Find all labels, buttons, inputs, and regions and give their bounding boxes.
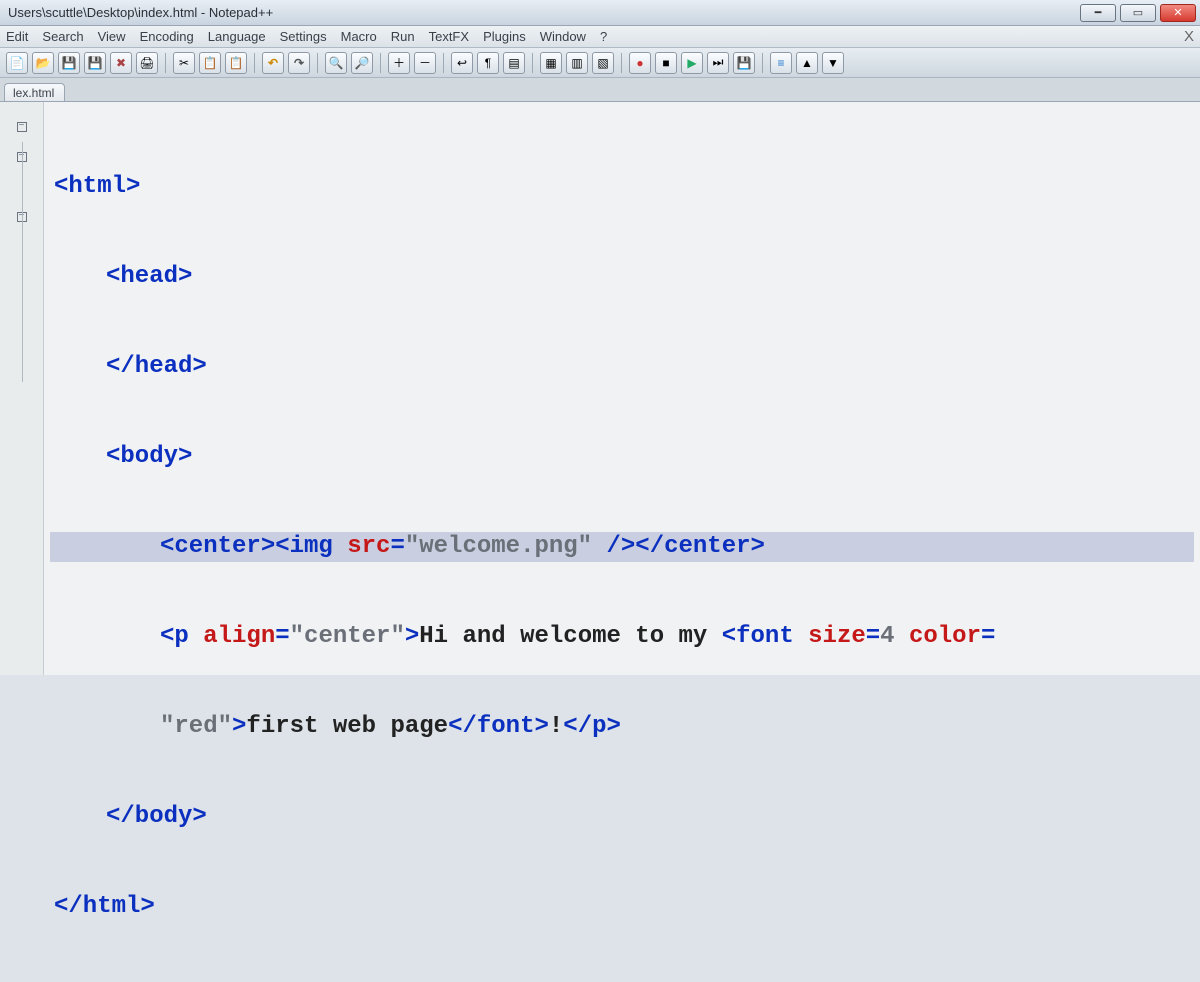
highlighted-line: <center><img src="welcome.png" /></cente…	[50, 532, 1194, 562]
toolbar-button[interactable]: ▲	[796, 52, 818, 74]
menu-encoding[interactable]: Encoding	[140, 29, 194, 44]
code-token: "red"	[160, 712, 232, 742]
menu-view[interactable]: View	[98, 29, 126, 44]
toolbar-separator	[532, 53, 533, 73]
word-wrap-icon[interactable]: ↩	[451, 52, 473, 74]
toolbar-separator	[762, 53, 763, 73]
show-all-chars-icon[interactable]: ¶	[477, 52, 499, 74]
menu-edit[interactable]: Edit	[6, 29, 28, 44]
code-token: Hi and welcome to my	[419, 622, 721, 652]
code-token: align	[189, 622, 275, 652]
menu-window[interactable]: Window	[540, 29, 586, 44]
code-token: first web page	[246, 712, 448, 742]
open-file-icon[interactable]: 📂	[32, 52, 54, 74]
menu-settings[interactable]: Settings	[280, 29, 327, 44]
find-icon[interactable]: 🔍	[325, 52, 347, 74]
macro-play-icon[interactable]: ▶	[681, 52, 703, 74]
save-all-icon[interactable]: 💾	[84, 52, 106, 74]
window-title: Users\scuttle\Desktop\index.html - Notep…	[8, 5, 1080, 20]
code-token: <html>	[54, 172, 140, 202]
code-token: 4	[880, 622, 894, 652]
macro-save-icon[interactable]: 💾	[733, 52, 755, 74]
code-token: <body>	[106, 442, 192, 472]
menu-run[interactable]: Run	[391, 29, 415, 44]
code-token: size	[794, 622, 866, 652]
macro-record-icon[interactable]: ●	[629, 52, 651, 74]
save-icon[interactable]: 💾	[58, 52, 80, 74]
code-token: >	[232, 712, 246, 742]
menu-macro[interactable]: Macro	[341, 29, 377, 44]
indent-guide-icon[interactable]: ▤	[503, 52, 525, 74]
menu-overflow-icon: X	[1184, 28, 1194, 45]
close-file-icon[interactable]: ✖	[110, 52, 132, 74]
toolbar-separator	[621, 53, 622, 73]
code-token: </body>	[106, 802, 207, 832]
code-token: "welcome.png"	[405, 532, 592, 562]
menu-search[interactable]: Search	[42, 29, 83, 44]
menu-bar: Edit Search View Encoding Language Setti…	[0, 26, 1200, 48]
maximize-button[interactable]: ▭	[1120, 4, 1156, 22]
zoom-out-icon[interactable]: －	[414, 52, 436, 74]
title-bar: Users\scuttle\Desktop\index.html - Notep…	[0, 0, 1200, 26]
code-token: color	[895, 622, 981, 652]
code-token: =	[866, 622, 880, 652]
code-token: =	[390, 532, 404, 562]
code-token: src	[333, 532, 391, 562]
code-token: !	[549, 712, 563, 742]
code-token: =	[981, 622, 995, 652]
menu-language[interactable]: Language	[208, 29, 266, 44]
code-area[interactable]: <html> <head> </head> <body> <center><im…	[44, 102, 1200, 675]
new-file-icon[interactable]: 📄	[6, 52, 28, 74]
toolbar-separator	[443, 53, 444, 73]
toolbar-separator	[165, 53, 166, 73]
macro-play-multi-icon[interactable]: ⏭	[707, 52, 729, 74]
macro-stop-icon[interactable]: ■	[655, 52, 677, 74]
fold-toggle-icon[interactable]: −	[17, 122, 27, 132]
code-token: </html>	[54, 892, 155, 922]
toolbar-separator	[254, 53, 255, 73]
code-token: <head>	[106, 262, 192, 292]
fold-gutter: − − −	[0, 102, 44, 675]
code-editor[interactable]: − − − <html> <head> </head> <body> <cent…	[0, 102, 1200, 675]
paste-icon[interactable]: 📋	[225, 52, 247, 74]
code-token: </head>	[106, 352, 207, 382]
toolbar-button[interactable]: ▦	[540, 52, 562, 74]
window-controls: ━ ▭ ✕	[1080, 4, 1196, 22]
redo-icon[interactable]: ↷	[288, 52, 310, 74]
menu-help[interactable]: ?	[600, 29, 607, 44]
minimize-button[interactable]: ━	[1080, 4, 1116, 22]
code-token: </p>	[563, 712, 621, 742]
toolbar-button[interactable]: ≡	[770, 52, 792, 74]
code-token: </font>	[448, 712, 549, 742]
code-token: "center"	[290, 622, 405, 652]
cut-icon[interactable]: ✂	[173, 52, 195, 74]
toolbar-separator	[380, 53, 381, 73]
zoom-in-icon[interactable]: ＋	[388, 52, 410, 74]
code-token: >	[405, 622, 419, 652]
code-token: =	[275, 622, 289, 652]
print-icon[interactable]: 🖨	[136, 52, 158, 74]
close-button[interactable]: ✕	[1160, 4, 1196, 22]
code-token: /></center>	[592, 532, 765, 562]
undo-icon[interactable]: ↶	[262, 52, 284, 74]
code-token: <font	[722, 622, 794, 652]
toolbar: 📄 📂 💾 💾 ✖ 🖨 ✂ 📋 📋 ↶ ↷ 🔍 🔎 ＋ － ↩ ¶ ▤ ▦ ▥ …	[0, 48, 1200, 78]
code-token: <p	[160, 622, 189, 652]
toolbar-button[interactable]: ▧	[592, 52, 614, 74]
menu-plugins[interactable]: Plugins	[483, 29, 526, 44]
replace-icon[interactable]: 🔎	[351, 52, 373, 74]
copy-icon[interactable]: 📋	[199, 52, 221, 74]
tab-strip: lex.html	[0, 78, 1200, 102]
toolbar-separator	[317, 53, 318, 73]
toolbar-button[interactable]: ▼	[822, 52, 844, 74]
toolbar-button[interactable]: ▥	[566, 52, 588, 74]
menu-textfx[interactable]: TextFX	[429, 29, 469, 44]
file-tab-index-html[interactable]: lex.html	[4, 83, 65, 101]
code-token: <center><img	[160, 532, 333, 562]
